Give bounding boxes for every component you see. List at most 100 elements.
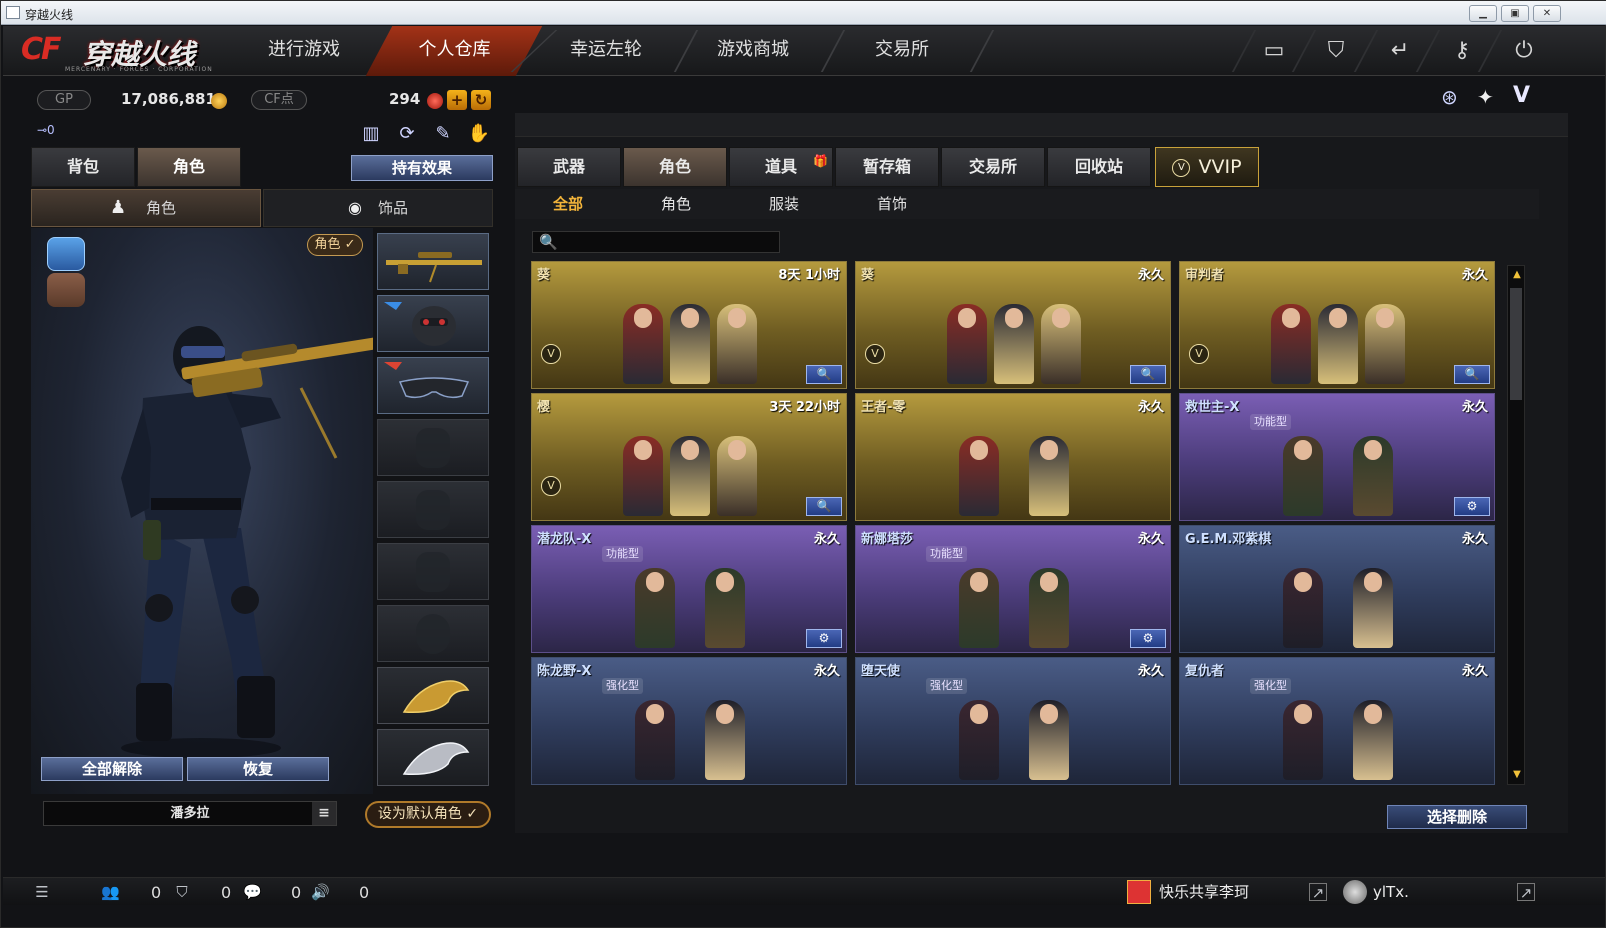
character-portrait [944,424,1084,516]
portrait-figure [1353,700,1393,780]
filter-clothing[interactable]: 服装 [739,189,829,219]
nav-tab-warehouse[interactable]: 个人仓库 [365,26,543,76]
category-items[interactable]: 道具 🎁 [729,147,833,187]
subtab-character[interactable]: ♟ 角色 [31,189,261,227]
key-icon[interactable]: ⚷ [1447,36,1477,66]
filter-accessories[interactable]: 首饰 [847,189,937,219]
character-edit-icon[interactable]: ✎ [431,123,455,147]
nav-tab-play[interactable]: 进行游戏 [229,26,379,76]
slot-weapon[interactable] [377,233,489,290]
scroll-thumb[interactable] [1510,288,1522,400]
item-scrollbar[interactable]: ▲ ▼ [1507,265,1525,785]
character-card[interactable]: 王者-零 永久 [855,393,1171,521]
character-name-field[interactable]: 潘多拉 ≡ [43,801,337,826]
slot-pouch[interactable] [377,543,489,600]
team-emblem-icon[interactable] [47,237,85,271]
character-card[interactable]: 陈龙野-X 永久 强化型 [531,657,847,785]
character-card[interactable]: 复仇者 永久 强化型 [1179,657,1495,785]
open-chat-icon[interactable]: ↗ [1309,883,1327,902]
inventory-box-icon[interactable]: ▭ [1259,36,1289,66]
return-icon[interactable]: ↵ [1385,36,1415,66]
category-storage[interactable]: 暂存箱 [835,147,939,187]
open-chat-icon[interactable]: ↗ [1517,883,1535,902]
close-button[interactable]: ✕ [1533,5,1561,22]
portrait-figure [959,568,999,648]
tools-icon[interactable]: ✦ [1477,85,1494,109]
target-icon[interactable]: ⊛ [1441,85,1458,109]
character-card[interactable]: G.E.M.邓紫棋 永久 [1179,525,1495,653]
inspect-magnifier-icon[interactable]: 🔍 [806,365,842,384]
category-vvip[interactable]: V VVIP [1155,147,1259,187]
character-card[interactable]: 葵 8天 1小时 V 🔍 [531,261,847,389]
character-card[interactable]: 审判者 永久 V 🔍 [1179,261,1495,389]
vip-icon[interactable]: V [1513,83,1530,108]
character-card[interactable]: 潜龙队-X 永久 功能型 ⚙ [531,525,847,653]
filter-all[interactable]: 全部 [523,189,613,219]
character-preview[interactable] [31,228,390,794]
category-exchange[interactable]: 交易所 [941,147,1045,187]
slot-headgear[interactable] [377,295,489,352]
slot-eyewear[interactable] [377,357,489,414]
inspect-magnifier-icon[interactable]: 🔍 [1454,365,1490,384]
nav-tab-shop[interactable]: 游戏商城 [678,26,828,76]
power-icon[interactable]: ⏻ [1509,36,1539,66]
recharge-button[interactable]: + [447,90,467,110]
unequip-all-button[interactable]: 全部解除 [41,757,183,781]
character-card[interactable]: 新娜塔莎 永久 功能型 ⚙ [855,525,1171,653]
portrait-figure [1271,304,1312,384]
settings-gear-icon[interactable]: ⚙ [1130,629,1166,648]
slot-body[interactable] [377,419,489,476]
category-recycle[interactable]: 回收站 [1047,147,1151,187]
category-characters[interactable]: 角色 [623,147,727,187]
effects-button[interactable]: 持有效果 [351,155,493,181]
gloves-icon[interactable]: ✋ [467,123,491,147]
slot-spray-gold[interactable] [377,667,489,724]
menu-icon[interactable]: ≡ [312,802,336,825]
character-badge: 角色 ✓ [307,234,363,256]
clan-shield-icon[interactable]: ⛉ [173,883,191,901]
rank-stats-icon[interactable]: ▥ [359,123,383,147]
inspect-magnifier-icon[interactable]: 🔍 [806,497,842,516]
scroll-up-icon[interactable]: ▲ [1511,269,1523,281]
settings-gear-icon[interactable]: ⚙ [806,629,842,648]
friend-name[interactable]: 快乐共享李珂 [1159,880,1249,904]
rotate-icon[interactable]: ⟳ [395,123,419,147]
slot-spray-silver[interactable] [377,729,489,786]
friends-icon[interactable]: 👥 [101,883,120,901]
list-icon[interactable]: ☰ [33,883,51,901]
inspect-magnifier-icon[interactable]: 🔍 [1130,365,1166,384]
character-portrait [1268,292,1408,384]
set-default-character-button[interactable]: 设为默认角色 ✓ [365,801,491,828]
slot-backpack[interactable] [377,481,489,538]
slot-grenade[interactable] [377,605,489,662]
helmet-icon [384,302,456,346]
filter-character[interactable]: 角色 [631,189,721,219]
portrait-figure [670,436,710,516]
eagle-emblem-icon[interactable] [47,273,85,307]
nav-tab-exchange[interactable]: 交易所 [827,26,977,76]
nav-tab-lucky-wheel[interactable]: 幸运左轮 [531,26,681,76]
select-delete-button[interactable]: 选择删除 [1387,805,1527,829]
search-input[interactable]: 🔍 [532,231,780,253]
character-card-name: 复仇者 [1185,664,1225,679]
maximize-button[interactable]: ▣ [1501,5,1529,22]
character-card[interactable]: 葵 永久 V 🔍 [855,261,1171,389]
speaker-icon[interactable]: 🔊 [311,883,330,901]
character-card[interactable]: 救世主-X 永久 功能型 ⚙ [1179,393,1495,521]
gp-label: GP [37,90,91,110]
friend-name[interactable]: ylTx. [1373,880,1409,904]
character-card[interactable]: 堕天使 永久 强化型 [855,657,1171,785]
settings-gear-icon[interactable]: ⚙ [1454,497,1490,516]
restore-button[interactable]: 恢复 [187,757,329,781]
character-card[interactable]: 樱 3天 22小时 V 🔍 [531,393,847,521]
tab-character[interactable]: 角色 [137,147,241,187]
character-card-name: 樱 [537,400,551,415]
category-weapons[interactable]: 武器 [517,147,621,187]
refresh-button[interactable]: ↻ [471,90,491,110]
tab-backpack[interactable]: 背包 [31,147,135,187]
subtab-accessory[interactable]: ◉ 饰品 [263,189,493,227]
scroll-down-icon[interactable]: ▼ [1511,769,1523,781]
chat-icon[interactable]: 💬 [243,883,262,901]
minimize-button[interactable]: ▁ [1469,5,1497,22]
shield-icon[interactable]: ⛉ [1321,36,1351,66]
